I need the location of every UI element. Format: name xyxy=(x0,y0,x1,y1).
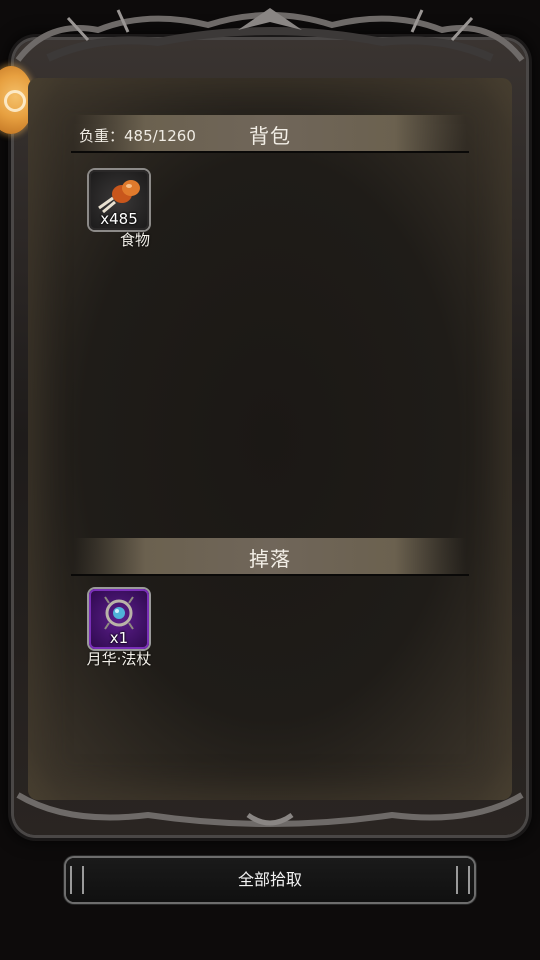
item-count: x485 xyxy=(100,210,138,228)
backpack-header-divider xyxy=(71,151,469,153)
backpack-item-slot[interactable]: x485 食物 xyxy=(88,170,150,250)
drops-header-divider xyxy=(71,574,469,576)
drop-item-slot[interactable]: x1 月华·法杖 xyxy=(86,589,152,669)
pickup-all-button[interactable]: 全部拾取 xyxy=(66,858,474,902)
backpack-header: 负重：485/1260 背包 xyxy=(71,115,469,153)
drops-header: 掉落 xyxy=(71,538,469,576)
pickup-all-label: 全部拾取 xyxy=(237,870,302,889)
food-icon: x485 xyxy=(89,170,149,230)
frame-top-ornament xyxy=(15,8,525,62)
staff-icon: x1 xyxy=(89,589,149,649)
backpack-title: 背包 xyxy=(249,124,291,148)
item-name: 食物 xyxy=(119,231,150,249)
drops-title: 掉落 xyxy=(249,547,291,571)
item-name: 月华·法杖 xyxy=(86,650,152,668)
button-right-cap xyxy=(456,866,470,894)
button-left-cap xyxy=(70,866,84,894)
item-count: x1 xyxy=(109,629,129,647)
